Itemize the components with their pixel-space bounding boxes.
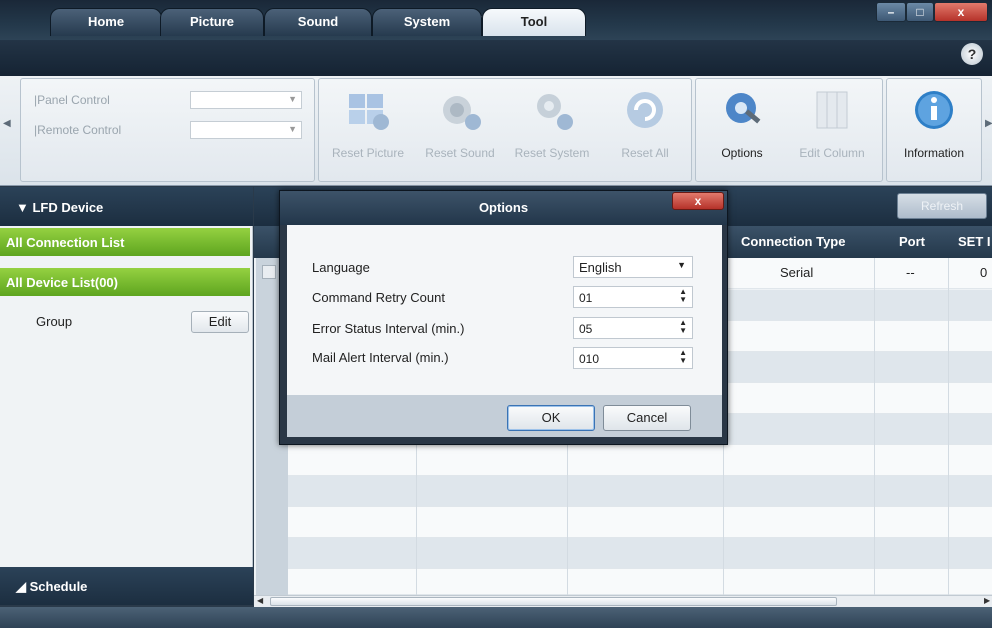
cell-connection-type: Serial — [780, 265, 814, 280]
mail-alert-interval-label: Mail Alert Interval (min.) — [312, 350, 449, 365]
tab-home[interactable]: Home — [50, 8, 162, 36]
left-panel: ▼ LFD Device All Connection List All Dev… — [0, 187, 253, 605]
reset-sound-icon — [437, 88, 483, 134]
refresh-button[interactable]: Refresh — [897, 193, 987, 219]
reset-all-icon — [622, 88, 668, 134]
tab-picture[interactable]: Picture — [160, 8, 264, 36]
scroll-left-icon[interactable]: ◀ — [257, 596, 263, 605]
close-button[interactable]: x — [934, 2, 988, 22]
information-button[interactable]: Information — [888, 88, 980, 160]
reset-picture-button[interactable]: Reset Picture — [322, 88, 414, 160]
options-icon — [719, 88, 765, 134]
ribbon-scroll-right-icon[interactable]: ▶ — [985, 118, 992, 129]
spinner-icon[interactable]: ▲ ▼ — [679, 319, 687, 335]
panel-control-label: |Panel Control — [34, 93, 110, 107]
lfd-device-header[interactable]: ▼ LFD Device — [0, 187, 253, 226]
expand-arrow-icon: ◢ — [16, 579, 30, 594]
reset-system-button[interactable]: Reset System — [504, 88, 600, 160]
all-device-list[interactable]: All Device List(00) — [0, 268, 250, 296]
language-label: Language — [312, 260, 370, 275]
options-button[interactable]: Options — [706, 88, 778, 160]
scroll-right-icon[interactable]: ▶ — [984, 596, 990, 605]
column-header-port[interactable]: Port — [899, 234, 925, 249]
group-label: Group — [36, 314, 73, 329]
column-header-set-id[interactable]: SET I — [958, 234, 991, 249]
table-row — [288, 507, 992, 538]
tab-tool[interactable]: Tool — [482, 8, 586, 36]
edit-column-icon — [809, 88, 855, 134]
scrollbar-thumb[interactable] — [270, 597, 837, 606]
column-header-connection-type[interactable]: Connection Type — [741, 234, 845, 249]
edit-column-button[interactable]: Edit Column — [786, 88, 878, 160]
mail-alert-interval-stepper[interactable]: 010 ▲ ▼ — [573, 347, 693, 369]
cancel-button[interactable]: Cancel — [603, 405, 691, 431]
spinner-icon[interactable]: ▲ ▼ — [679, 288, 687, 304]
command-retry-count-stepper[interactable]: 01 ▲ ▼ — [573, 286, 693, 308]
maximize-button[interactable]: □ — [906, 2, 934, 22]
column-divider — [948, 258, 949, 598]
table-row — [288, 538, 992, 569]
language-select[interactable]: English ▼ — [573, 256, 693, 278]
status-bar — [0, 607, 992, 628]
ribbon-scroll-left-icon[interactable]: ◀ — [3, 118, 11, 129]
reset-system-icon — [529, 88, 575, 134]
spinner-icon[interactable]: ▲ ▼ — [679, 349, 687, 365]
table-row — [288, 445, 992, 476]
table-row — [288, 569, 992, 595]
remote-control-select[interactable]: ▼ — [190, 121, 302, 139]
dialog-close-button[interactable]: x — [672, 192, 724, 210]
column-divider — [874, 258, 875, 598]
ok-button[interactable]: OK — [507, 405, 595, 431]
cell-port: -- — [906, 265, 915, 280]
reset-sound-button[interactable]: Reset Sound — [416, 88, 504, 160]
error-status-interval-stepper[interactable]: 05 ▲ ▼ — [573, 317, 693, 339]
group-edit-button[interactable]: Edit — [191, 311, 249, 333]
reset-picture-icon — [345, 88, 391, 134]
remote-control-label: |Remote Control — [34, 123, 122, 137]
row-checkbox[interactable] — [262, 265, 276, 279]
dialog-title: Options — [280, 191, 727, 225]
minimize-button[interactable]: – — [876, 2, 906, 22]
cell-set-id: 0 — [980, 265, 988, 280]
schedule-header[interactable]: ◢ Schedule — [0, 567, 253, 605]
tab-sound[interactable]: Sound — [264, 8, 372, 36]
error-status-interval-label: Error Status Interval (min.) — [312, 321, 465, 336]
collapse-arrow-icon: ▼ — [16, 200, 33, 215]
tab-system[interactable]: System — [372, 8, 482, 36]
reset-all-button[interactable]: Reset All — [604, 88, 686, 160]
dropdown-arrow-icon: ▼ — [677, 260, 686, 270]
dialog-body — [287, 225, 722, 395]
panel-control-select[interactable]: ▼ — [190, 91, 302, 109]
information-icon — [911, 88, 957, 134]
table-row — [288, 476, 992, 507]
command-retry-count-label: Command Retry Count — [312, 290, 445, 305]
tab-bar — [0, 40, 992, 76]
help-icon[interactable]: ? — [961, 43, 983, 65]
all-connection-list[interactable]: All Connection List — [0, 228, 250, 256]
